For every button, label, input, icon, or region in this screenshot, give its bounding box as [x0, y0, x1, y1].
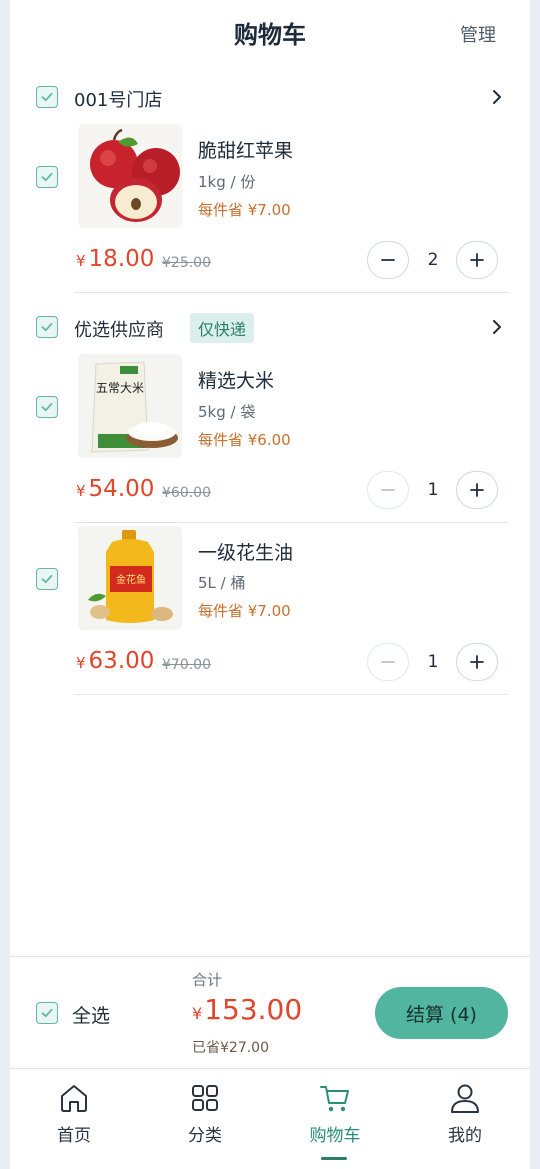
header: 购物车 管理: [10, 0, 530, 66]
check-icon: [41, 322, 53, 332]
plus-icon: [470, 253, 484, 267]
product-image-oil[interactable]: 金花鱼: [78, 526, 182, 630]
checkout-summary: 全选 合计 ¥ 153.00 已省¥27.00 结算 (4): [10, 956, 530, 1068]
price-value: 63.00: [88, 648, 155, 674]
check-icon: [41, 402, 53, 412]
quantity-value: 1: [427, 652, 439, 672]
store-checkbox[interactable]: [36, 86, 58, 108]
product-savings: 每件省 ¥6.00: [198, 431, 291, 449]
plus-icon: [470, 655, 484, 669]
decrease-button[interactable]: [367, 471, 409, 509]
cart-screen: 购物车 管理 001号门店 脆甜红苹果 1kg / 份 每件省 ¥7.00 ¥ …: [10, 0, 530, 1169]
product-name[interactable]: 脆甜红苹果: [198, 136, 293, 163]
store-checkbox[interactable]: [36, 316, 58, 338]
price-currency: ¥: [76, 252, 86, 270]
product-savings: 每件省 ¥7.00: [198, 602, 291, 620]
price-value: 18.00: [88, 246, 155, 272]
product-name[interactable]: 一级花生油: [198, 538, 293, 565]
check-icon: [41, 172, 53, 182]
tab-cart[interactable]: 购物车: [290, 1081, 380, 1146]
user-icon: [451, 1084, 479, 1113]
original-price: ¥70.00: [162, 657, 211, 673]
increase-button[interactable]: [456, 241, 498, 279]
plus-icon: [470, 483, 484, 497]
tab-label: 购物车: [309, 1126, 361, 1146]
active-tab-indicator: [321, 1157, 347, 1160]
product-image-rice[interactable]: 五常大米: [78, 354, 182, 458]
minus-icon: [381, 259, 395, 261]
tab-label: 分类: [188, 1126, 222, 1146]
quantity-value: 1: [427, 480, 439, 500]
decrease-button[interactable]: [367, 241, 409, 279]
page-title: 购物车: [234, 21, 306, 49]
item-checkbox[interactable]: [36, 166, 58, 188]
quantity-value: 2: [427, 250, 439, 270]
total-price: ¥ 153.00: [192, 993, 302, 1026]
checkout-button[interactable]: 结算 (4): [375, 987, 508, 1039]
product-savings: 每件省 ¥7.00: [198, 201, 291, 219]
product-price: ¥ 18.00: [76, 246, 154, 272]
price-currency: ¥: [76, 654, 86, 672]
oil-bottle-label: 金花鱼: [116, 573, 146, 586]
original-price: ¥60.00: [162, 485, 211, 501]
price-currency: ¥: [76, 482, 86, 500]
manage-button[interactable]: 管理: [460, 21, 496, 47]
express-only-badge: 仅快递: [190, 313, 255, 343]
minus-icon: [381, 661, 395, 663]
rice-bag-label: 五常大米: [96, 381, 144, 395]
store-name[interactable]: 001号门店: [74, 86, 162, 112]
tab-bar: 首页 分类 购物车 我的: [10, 1068, 530, 1169]
product-image-apple[interactable]: [78, 124, 182, 228]
chevron-right-icon[interactable]: [490, 319, 504, 335]
decrease-button[interactable]: [367, 643, 409, 681]
check-icon: [41, 92, 53, 102]
price-value: 54.00: [88, 476, 155, 502]
product-price: ¥ 54.00: [76, 476, 154, 502]
tab-category[interactable]: 分类: [160, 1081, 250, 1146]
product-spec: 5L / 桶: [198, 574, 246, 592]
product-spec: 1kg / 份: [198, 173, 256, 191]
tab-home[interactable]: 首页: [29, 1081, 119, 1146]
check-icon: [41, 1008, 53, 1018]
total-value: 153.00: [204, 993, 303, 1026]
divider: [74, 292, 508, 293]
divider: [74, 694, 508, 695]
increase-button[interactable]: [456, 471, 498, 509]
select-all-checkbox[interactable]: [36, 1002, 58, 1024]
store-name[interactable]: 优选供应商: [74, 316, 164, 342]
tab-label: 我的: [448, 1126, 482, 1146]
product-spec: 5kg / 袋: [198, 403, 256, 421]
cart-icon: [320, 1086, 349, 1112]
select-all-label[interactable]: 全选: [72, 1001, 110, 1028]
tab-profile[interactable]: 我的: [420, 1081, 510, 1146]
original-price: ¥25.00: [162, 255, 211, 271]
saved-amount: 已省¥27.00: [192, 1040, 269, 1056]
minus-icon: [381, 489, 395, 491]
item-checkbox[interactable]: [36, 396, 58, 418]
home-icon: [61, 1085, 87, 1112]
product-price: ¥ 63.00: [76, 648, 154, 674]
total-label: 合计: [192, 971, 223, 989]
chevron-right-icon[interactable]: [490, 89, 504, 105]
check-icon: [41, 574, 53, 584]
total-currency: ¥: [192, 1004, 203, 1023]
item-checkbox[interactable]: [36, 568, 58, 590]
divider: [74, 522, 508, 523]
product-name[interactable]: 精选大米: [198, 366, 274, 393]
increase-button[interactable]: [456, 643, 498, 681]
grid-icon: [192, 1085, 218, 1111]
tab-label: 首页: [57, 1126, 91, 1146]
